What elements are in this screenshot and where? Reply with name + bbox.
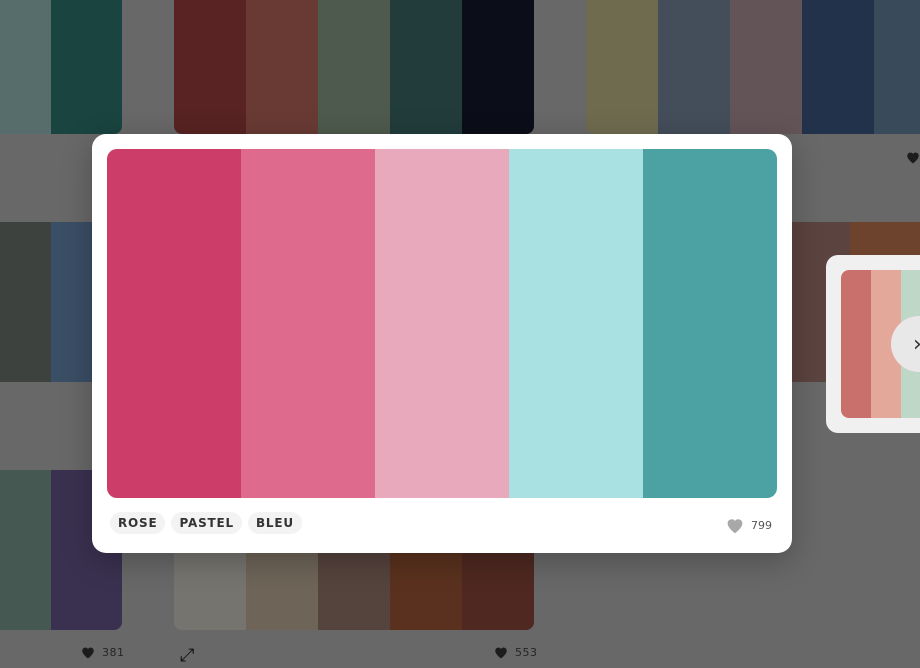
- palette-modal: ROSE PASTEL BLEU 799: [92, 134, 792, 553]
- swatch-teal[interactable]: [643, 149, 777, 498]
- tag-list: ROSE PASTEL BLEU: [110, 512, 302, 534]
- swatch-pastel-blue[interactable]: [509, 149, 643, 498]
- swatch-rose-dark[interactable]: [107, 149, 241, 498]
- chevron-right-icon: ›: [913, 332, 920, 357]
- likes-count: 799: [751, 518, 772, 532]
- swatch-pastel-pink[interactable]: [375, 149, 509, 498]
- swatch-rose[interactable]: [241, 149, 375, 498]
- tag-bleu[interactable]: BLEU: [247, 512, 302, 534]
- heart-icon[interactable]: [725, 516, 745, 534]
- tag-rose[interactable]: ROSE: [110, 512, 166, 534]
- tag-pastel[interactable]: PASTEL: [171, 512, 242, 534]
- likes[interactable]: 799: [725, 516, 772, 534]
- modal-palette: [107, 149, 777, 498]
- swatch[interactable]: [841, 270, 871, 418]
